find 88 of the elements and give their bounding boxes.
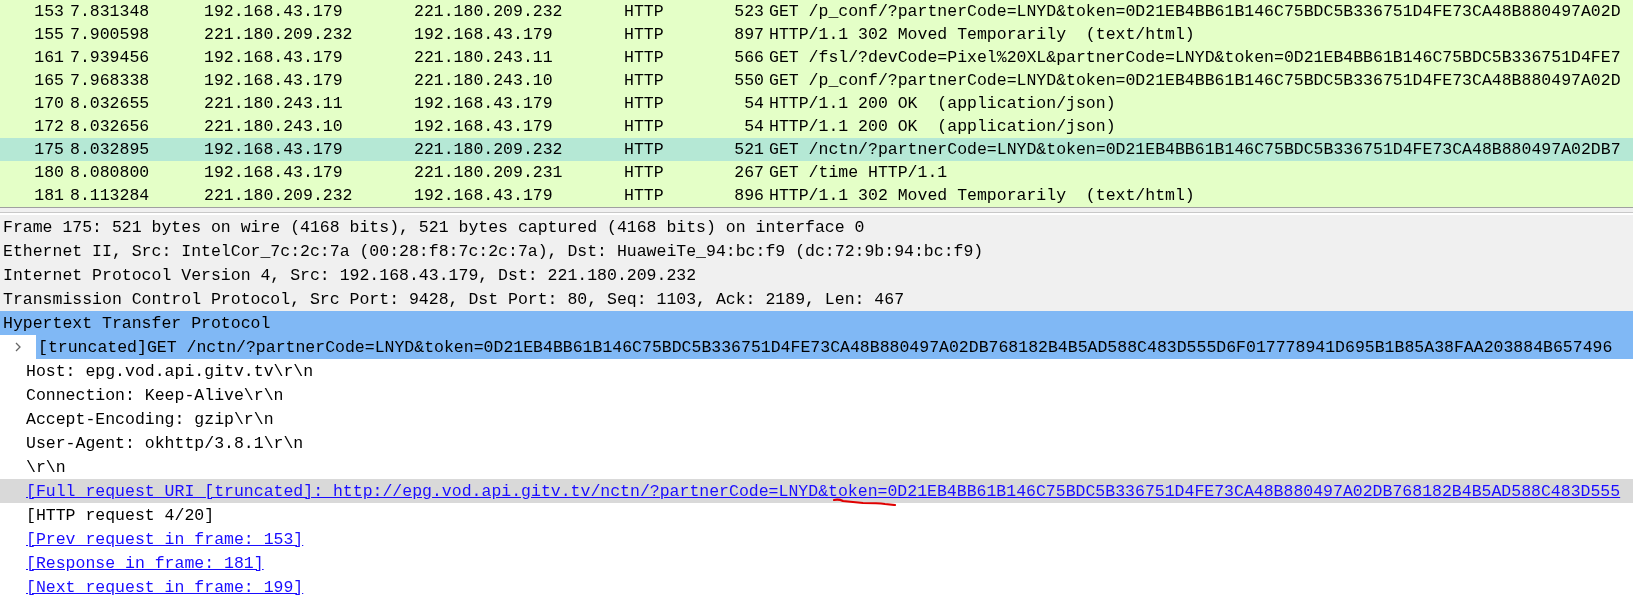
packet-time: 8.032655 xyxy=(69,94,151,113)
packet-destination: 221.180.209.232 xyxy=(414,2,564,21)
packet-length: 54 xyxy=(743,117,764,136)
packet-source: 221.180.209.232 xyxy=(204,186,354,205)
packet-row[interactable]: 170 8.032655 221.180.243.11 192.168.43.179 HTTP 54 HTTP/1.1 200 OK (application/json) xyxy=(0,92,1633,115)
packet-info: HTTP/1.1 200 OK (application/json) xyxy=(768,94,1117,113)
packet-number: 172 xyxy=(33,117,64,136)
packet-time: 7.900598 xyxy=(69,25,151,44)
packet-row[interactable]: 165 7.968338 192.168.43.179 221.180.243.10 HTTP 550 GET /p_conf/?partnerCode=LNYD&token=0D21EB4BB61B146C75BDC5B336751D4FE73CA48B880497A02D xyxy=(0,69,1633,92)
packet-time: 8.032656 xyxy=(69,117,151,136)
protocol-field[interactable]: Accept-Encoding: gzip\r\n xyxy=(0,407,1633,431)
packet-info: HTTP/1.1 302 Moved Temporarily (text/html) xyxy=(768,186,1196,205)
packet-source: 192.168.43.179 xyxy=(204,140,344,159)
packet-row[interactable]: 181 8.113284 221.180.209.232 192.168.43.179 HTTP 896 HTTP/1.1 302 Moved Temporarily (text/html) xyxy=(0,184,1633,207)
packet-protocol: HTTP xyxy=(624,163,665,182)
packet-info: GET /fsl/?devCode=Pixel%20XL&partnerCode=LNYD&token=0D21EB4BB61B146C75BDC5B336751D4FE7 xyxy=(768,48,1622,67)
protocol-tree-item[interactable]: Transmission Control Protocol, Src Port: 9428, Dst Port: 80, Seq: 1103, Ack: 2189, Len: 467 xyxy=(0,287,1633,311)
packet-row[interactable]: 161 7.939456 192.168.43.179 221.180.243.11 HTTP 566 GET /fsl/?devCode=Pixel%20XL&partnerCode=LNYD&token=0D21EB4BB61B146C75BDC5B336751D4FE7 xyxy=(0,46,1633,69)
packet-length: 521 xyxy=(733,140,764,159)
packet-length: 54 xyxy=(743,94,764,113)
packet-time: 8.080800 xyxy=(69,163,151,182)
frame-link[interactable]: [Prev request in frame: 153] xyxy=(26,529,304,549)
packet-info: GET /p_conf/?partnerCode=LNYD&token=0D21EB4BB61B146C75BDC5B336751D4FE73CA48B880497A02D xyxy=(768,71,1622,90)
packet-info: GET /p_conf/?partnerCode=LNYD&token=0D21EB4BB61B146C75BDC5B336751D4FE73CA48B880497A02D xyxy=(768,2,1622,21)
packet-number: 170 xyxy=(33,94,64,113)
packet-protocol: HTTP xyxy=(624,186,665,205)
frame-link[interactable]: [Full request URI [truncated]: http://epg.vod.api.gitv.tv/nctn/?partnerCode=LNYD&token=0D21EB4BB61B146C75BDC5B336751D4FE73CA48B880497A02DB768182B4B5AD588C483D555 xyxy=(26,481,1621,501)
protocol-tree-item[interactable]: Internet Protocol Version 4, Src: 192.168.43.179, Dst: 221.180.209.232 xyxy=(0,263,1633,287)
frame-link[interactable]: [Response in frame: 181] xyxy=(26,553,264,573)
packet-number: 180 xyxy=(33,163,64,182)
protocol-tree-item[interactable]: Ethernet II, Src: IntelCor_7c:2c:7a (00:28:f8:7c:2c:7a), Dst: HuaweiTe_94:bc:f9 (dc:72:9b:94:bc:f9) xyxy=(0,239,1633,263)
packet-destination: 192.168.43.179 xyxy=(414,186,554,205)
packet-source: 221.180.243.10 xyxy=(204,117,344,136)
packet-row[interactable]: 180 8.080800 192.168.43.179 221.180.209.231 HTTP 267 GET /time HTTP/1.1 xyxy=(0,161,1633,184)
packet-info: GET /nctn/?partnerCode=LNYD&token=0D21EB4BB61B146C75BDC5B336751D4FE73CA48B880497A02DB7 xyxy=(768,140,1622,159)
protocol-tree-item[interactable]: Frame 175: 521 bytes on wire (4168 bits), 521 bytes captured (4168 bits) on interface 0 xyxy=(0,215,1633,239)
packet-destination: 221.180.209.231 xyxy=(414,163,564,182)
packet-time: 7.939456 xyxy=(69,48,151,67)
packet-length: 267 xyxy=(733,163,764,182)
protocol-field[interactable]: [HTTP request 4/20] xyxy=(0,503,1633,527)
packet-info: GET /time HTTP/1.1 xyxy=(768,163,949,182)
packet-row[interactable]: 153 7.831348 192.168.43.179 221.180.209.232 HTTP 523 GET /p_conf/?partnerCode=LNYD&token=0D21EB4BB61B146C75BDC5B336751D4FE73CA48B880497A02D xyxy=(0,0,1633,23)
packet-source: 192.168.43.179 xyxy=(204,163,344,182)
packet-time: 8.032895 xyxy=(69,140,151,159)
protocol-field[interactable]: [truncated]GET /nctn/?partnerCode=LNYD&token=0D21EB4BB61B146C75BDC5B336751D4FE73CA48B880497A02DB768182B4B5AD588C483D555D6F017778941D695B1B85A38FAA203884B657496 xyxy=(36,335,1633,359)
packet-info: HTTP/1.1 302 Moved Temporarily (text/html) xyxy=(768,25,1196,44)
packet-protocol: HTTP xyxy=(624,25,665,44)
packet-time: 7.831348 xyxy=(69,2,151,21)
packet-protocol: HTTP xyxy=(624,48,665,67)
packet-source: 192.168.43.179 xyxy=(204,2,344,21)
packet-protocol: HTTP xyxy=(624,71,665,90)
packet-info: HTTP/1.1 200 OK (application/json) xyxy=(768,117,1117,136)
packet-time: 8.113284 xyxy=(69,186,151,205)
packet-source: 221.180.209.232 xyxy=(204,25,354,44)
packet-row[interactable]: 175 8.032895 192.168.43.179 221.180.209.232 HTTP 521 GET /nctn/?partnerCode=LNYD&token=0D21EB4BB61B146C75BDC5B336751D4FE73CA48B880497A02DB7 xyxy=(0,138,1633,161)
packet-length: 566 xyxy=(733,48,764,67)
packet-source: 192.168.43.179 xyxy=(204,71,344,90)
packet-destination: 221.180.209.232 xyxy=(414,140,564,159)
packet-number: 161 xyxy=(33,48,64,67)
packet-source: 192.168.43.179 xyxy=(204,48,344,67)
protocol-field[interactable]: \r\n xyxy=(0,455,1633,479)
packet-destination: 221.180.243.10 xyxy=(414,71,554,90)
packet-number: 175 xyxy=(33,140,64,159)
protocol-tree-item[interactable]: Hypertext Transfer Protocol xyxy=(0,311,1633,335)
packet-number: 153 xyxy=(33,2,64,21)
packet-length: 523 xyxy=(733,2,764,21)
frame-link[interactable]: [Next request in frame: 199] xyxy=(26,577,304,597)
packet-length: 897 xyxy=(733,25,764,44)
packet-number: 181 xyxy=(33,186,64,205)
packet-row[interactable]: 155 7.900598 221.180.209.232 192.168.43.179 HTTP 897 HTTP/1.1 302 Moved Temporarily (text/html) xyxy=(0,23,1633,46)
packet-destination: 192.168.43.179 xyxy=(414,94,554,113)
protocol-field[interactable]: Host: epg.vod.api.gitv.tv\r\n xyxy=(0,359,1633,383)
packet-time: 7.968338 xyxy=(69,71,151,90)
packet-destination: 192.168.43.179 xyxy=(414,117,554,136)
packet-protocol: HTTP xyxy=(624,140,665,159)
packet-row[interactable]: 172 8.032656 221.180.243.10 192.168.43.179 HTTP 54 HTTP/1.1 200 OK (application/json) xyxy=(0,115,1633,138)
packet-protocol: HTTP xyxy=(624,117,665,136)
packet-length: 896 xyxy=(733,186,764,205)
protocol-field[interactable]: User-Agent: okhttp/3.8.1\r\n xyxy=(0,431,1633,455)
packet-length: 550 xyxy=(733,71,764,90)
packet-number: 155 xyxy=(33,25,64,44)
packet-destination: 192.168.43.179 xyxy=(414,25,554,44)
packet-destination: 221.180.243.11 xyxy=(414,48,554,67)
packet-source: 221.180.243.11 xyxy=(204,94,344,113)
packet-protocol: HTTP xyxy=(624,94,665,113)
protocol-field[interactable]: Connection: Keep-Alive\r\n xyxy=(0,383,1633,407)
packet-number: 165 xyxy=(33,71,64,90)
packet-protocol: HTTP xyxy=(624,2,665,21)
